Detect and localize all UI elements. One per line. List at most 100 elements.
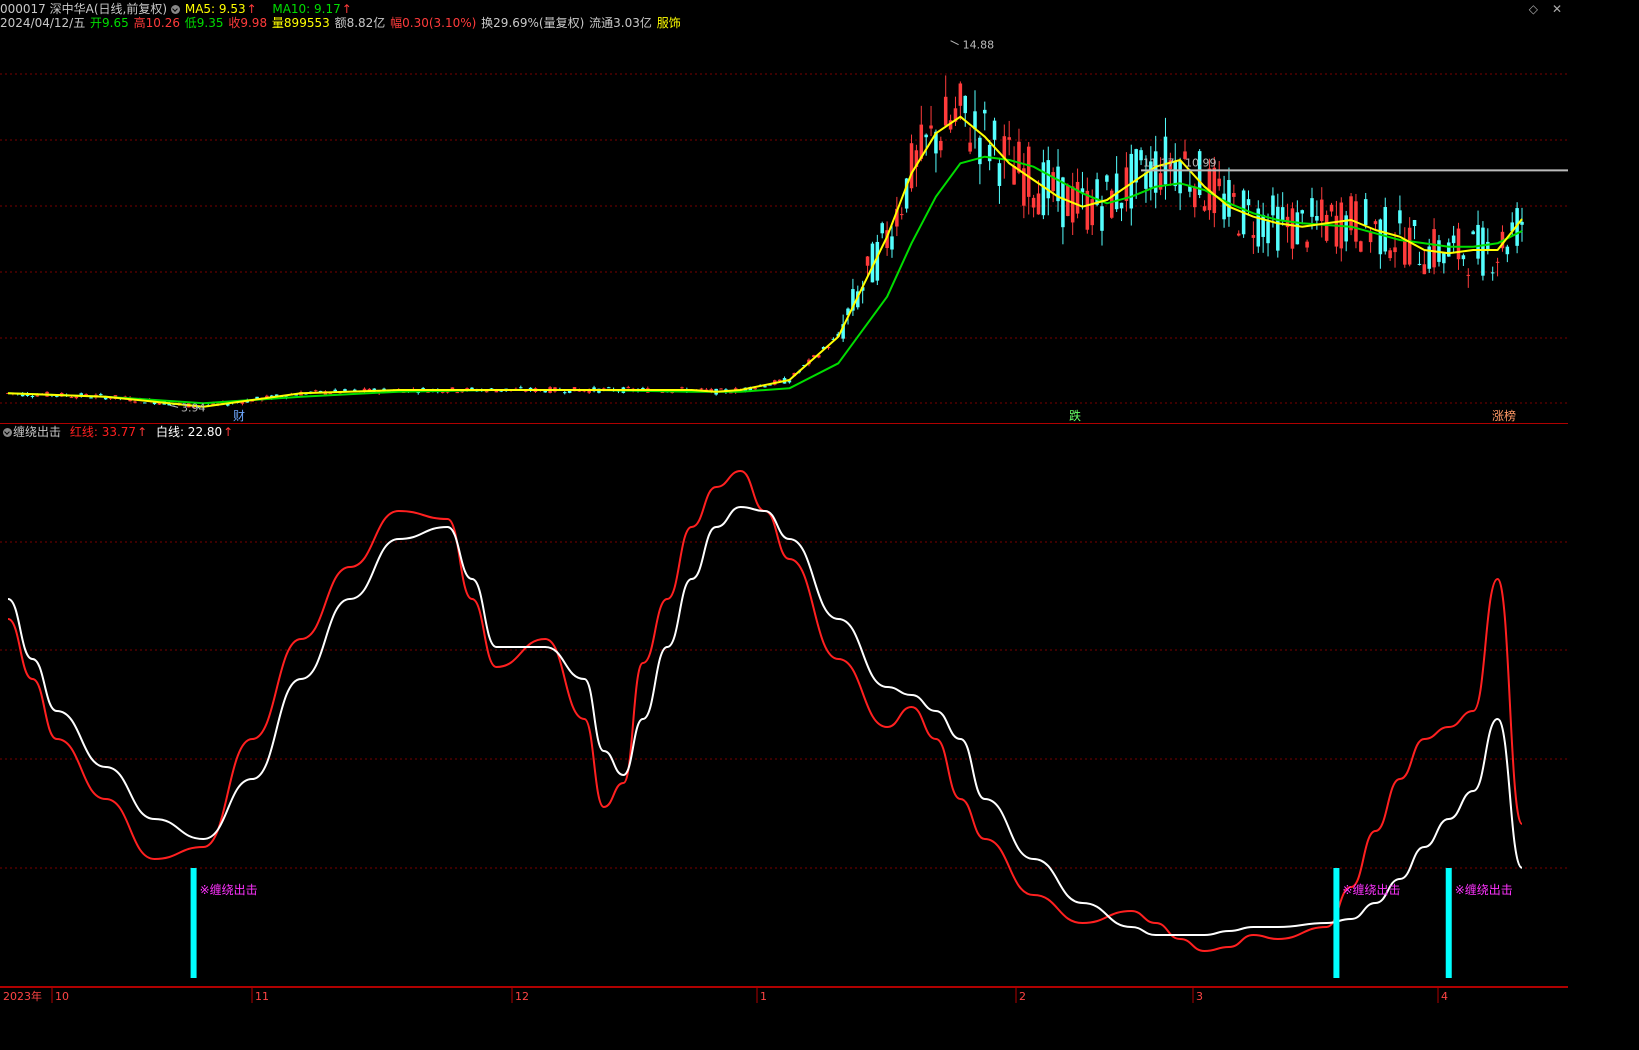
candle-body	[641, 388, 645, 390]
candle-body	[1075, 181, 1080, 214]
candle-body	[563, 392, 567, 394]
candle-body	[455, 392, 460, 394]
candle-body	[1236, 233, 1241, 236]
candle-body	[978, 137, 982, 165]
candle-body	[680, 387, 684, 389]
candle-body	[1442, 253, 1446, 264]
candle-body	[30, 396, 35, 398]
candle-body	[880, 223, 884, 234]
axis-month-label: 3	[1196, 990, 1203, 1003]
candle-body	[987, 144, 992, 162]
candle-body	[943, 96, 948, 126]
event-marker-cai: 财	[233, 409, 245, 423]
candle-body	[1451, 235, 1456, 244]
candle-body	[1193, 186, 1197, 208]
candle-body	[1305, 241, 1309, 248]
candle-body	[699, 388, 704, 390]
candle-body	[1134, 149, 1138, 183]
candle-body	[997, 163, 1002, 186]
candle-body	[1344, 215, 1348, 242]
candle-body	[924, 134, 928, 138]
candle-body	[142, 402, 147, 404]
candle-body	[1051, 172, 1055, 192]
candle-body	[89, 397, 93, 399]
candle-body	[1280, 207, 1285, 222]
candle-body	[1095, 179, 1099, 205]
candle-body	[1271, 195, 1275, 216]
candle-body	[719, 388, 723, 390]
candle-body	[1276, 206, 1280, 251]
candle-body	[1417, 263, 1422, 265]
axis-month-label: 2	[1019, 990, 1026, 1003]
candle-body	[1119, 202, 1124, 209]
candle-body	[1217, 178, 1221, 187]
axis-month-label: 1	[760, 990, 767, 1003]
candle-body	[983, 109, 987, 114]
candle-body	[1393, 247, 1397, 253]
candle-body	[133, 401, 137, 403]
axis-year-label: 2023年	[3, 989, 42, 1003]
candle-body	[1446, 242, 1451, 257]
axis-month-label: 11	[255, 990, 269, 1003]
candle-body	[519, 387, 523, 389]
candle-body	[99, 394, 103, 396]
candle-body	[1246, 199, 1251, 206]
candle-body	[992, 120, 997, 140]
candle-body	[1422, 264, 1427, 275]
candle-body	[763, 386, 767, 388]
ma5-line	[7, 115, 1523, 408]
candle-body	[1505, 246, 1510, 255]
candle-body	[1349, 196, 1353, 231]
candle-body	[470, 387, 474, 389]
candle-body	[1520, 221, 1524, 225]
candle-body	[1403, 240, 1407, 265]
axis-month-label: 4	[1441, 990, 1448, 1003]
low-pointer	[169, 404, 179, 408]
candle-body	[1202, 206, 1207, 211]
candle-body	[1466, 274, 1471, 276]
price-chart[interactable]: 11.17 10.99 14.88 3.94 财 跌 涨榜	[0, 0, 1568, 424]
candle-body	[1388, 250, 1392, 259]
candle-body	[1300, 210, 1304, 214]
ma10-line	[7, 155, 1523, 405]
candle-body	[1378, 219, 1383, 255]
candle-body	[890, 236, 894, 250]
signal-bar	[1445, 868, 1452, 978]
high-price-label: 14.88	[963, 39, 995, 52]
candle-body	[1295, 212, 1300, 245]
candle-body	[1432, 229, 1436, 268]
candle-body	[1007, 137, 1011, 140]
red-line-series	[7, 469, 1523, 953]
candle-body	[626, 387, 631, 389]
candle-body	[753, 388, 757, 390]
candle-body	[1363, 199, 1368, 225]
candle-body	[69, 397, 74, 399]
candle-body	[968, 142, 972, 152]
candle-body	[1178, 161, 1182, 194]
candle-body	[1212, 167, 1217, 214]
candle-body	[1036, 193, 1041, 215]
candle-body	[1383, 207, 1388, 252]
candle-body	[1329, 204, 1334, 212]
indicator-chart[interactable]: ※缠绕出击 ※缠绕出击 ※缠绕出击	[0, 424, 1568, 987]
candle-body	[958, 83, 963, 106]
candle-body	[1105, 175, 1109, 182]
candle-body	[1046, 160, 1051, 199]
axis-month-label: 10	[55, 990, 69, 1003]
candle-body	[1461, 255, 1466, 260]
candle-body	[1495, 261, 1500, 263]
event-marker-zhangbang: 涨榜	[1492, 408, 1516, 423]
candle-body	[606, 387, 611, 389]
candle-body	[1266, 221, 1270, 244]
candle-body	[1368, 232, 1373, 243]
candle-body	[1315, 216, 1319, 221]
candle-body	[929, 125, 933, 129]
candle-body	[1124, 167, 1129, 201]
candle-body	[1320, 199, 1324, 221]
candle-body	[1373, 221, 1378, 225]
candle-body	[1310, 198, 1314, 217]
candle-body	[1334, 215, 1339, 247]
candle-body	[899, 214, 904, 216]
high-pointer	[950, 40, 959, 46]
candle-body	[1324, 214, 1329, 241]
